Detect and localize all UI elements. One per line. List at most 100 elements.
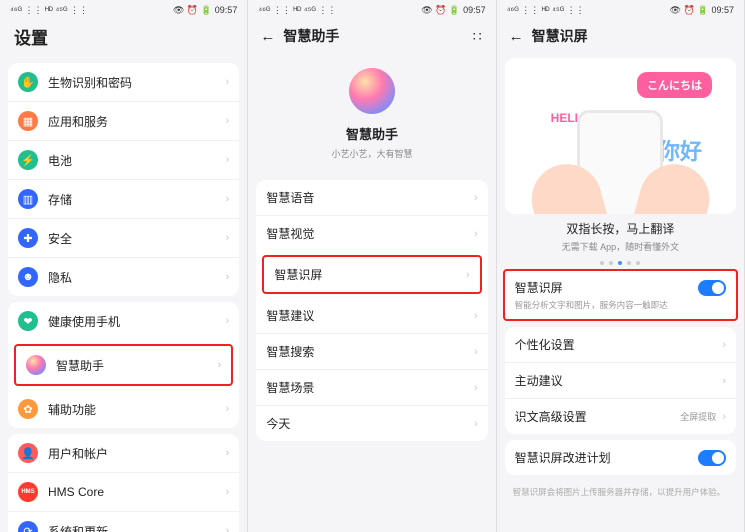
toggle-switch-on[interactable] (698, 450, 726, 466)
row-label: 应用和服务 (48, 113, 226, 130)
statusbar: ⁴⁶ᴳ ⋮⋮ ᴴᴰ ⁴⁵ᴳ ⋮⋮ 👁 ⏰ 🔋 09:57 (248, 0, 495, 18)
back-icon[interactable]: ← (509, 29, 524, 44)
assistant-menu: 智慧语音›智慧视觉›智慧识屏›智慧建议›智慧搜索›智慧场景›今天› (256, 180, 487, 441)
page-title: 智慧助手 (283, 26, 464, 46)
page-dots (497, 261, 744, 265)
row-scene[interactable]: 智慧场景› (256, 369, 487, 405)
dot[interactable] (600, 261, 604, 265)
row-label: 用户和帐户 (48, 445, 226, 462)
biometrics-icon: ✋ (18, 72, 38, 92)
row-search[interactable]: 智慧搜索› (256, 333, 487, 369)
row-hms[interactable]: HMS HMS Core› (8, 472, 239, 511)
status-time: 09:57 (711, 5, 734, 15)
row-advanced[interactable]: 识文高级设置全屏提取› (505, 398, 736, 434)
chevron-right-icon: › (226, 193, 230, 205)
row-security[interactable]: ✚安全› (8, 218, 239, 257)
bubble-chinese: 你好 (658, 134, 702, 166)
chevron-right-icon: › (226, 271, 230, 283)
row-label: HMS Core (48, 485, 226, 499)
row-apps[interactable]: ▦应用和服务› (8, 101, 239, 140)
row-assistant[interactable]: 智慧助手› (16, 346, 231, 384)
accessibility-icon: ✿ (18, 399, 38, 419)
row-label: 智慧场景 (266, 379, 474, 396)
row-label: 智慧语音 (266, 189, 474, 206)
assistant-orb-icon (26, 355, 46, 375)
dot[interactable] (627, 261, 631, 265)
row-label: 智慧识屏 (274, 266, 466, 283)
row-label: 生物识别和密码 (48, 74, 226, 91)
bubble-japanese: こんにちは (637, 72, 712, 98)
highlight-box: 智慧识屏› (262, 255, 481, 294)
row-personalize[interactable]: 个性化设置› (505, 327, 736, 362)
chevron-right-icon: › (226, 154, 230, 166)
row-screen[interactable]: 智慧识屏› (264, 257, 479, 292)
chevron-right-icon: › (226, 315, 230, 327)
row-update[interactable]: ⟳系统和更新› (8, 511, 239, 532)
chevron-right-icon: › (218, 359, 222, 371)
chevron-right-icon: › (474, 192, 478, 204)
row-label: 智慧视觉 (266, 225, 474, 242)
row-label: 智慧建议 (266, 307, 474, 324)
health-icon: ❤ (18, 311, 38, 331)
chevron-right-icon: › (226, 403, 230, 415)
status-icons: 👁 ⏰ 🔋 (173, 5, 212, 16)
row-accessibility[interactable]: ✿ 辅助功能› (8, 390, 239, 428)
back-icon[interactable]: ← (260, 29, 275, 44)
users-icon: 👤 (18, 443, 38, 463)
row-users[interactable]: 👤用户和帐户› (8, 434, 239, 472)
row-today[interactable]: 今天› (256, 405, 487, 441)
battery-icon: ⚡ (18, 150, 38, 170)
chevron-right-icon: › (474, 228, 478, 240)
caption-title: 双指长按，马上翻译 (497, 220, 744, 237)
more-icon[interactable]: ∷ (473, 28, 484, 45)
row-smartscreen-toggle[interactable]: 智慧识屏 智能分析文字和图片，服务内容一触即达 (505, 271, 736, 319)
row-proactive[interactable]: 主动建议› (505, 362, 736, 398)
row-label: 安全 (48, 230, 226, 247)
plan-label: 智慧识屏改进计划 (515, 449, 698, 466)
phone-smartscreen: ⁴⁶ᴳ ⋮⋮ ᴴᴰ ⁴⁵ᴳ ⋮⋮ 👁 ⏰ 🔋 09:57 ← 智慧识屏 こんにち… (497, 0, 745, 532)
row-voice[interactable]: 智慧语音› (256, 180, 487, 215)
status-right: 👁 ⏰ 🔋 09:57 (670, 5, 734, 16)
row-label: 智慧搜索 (266, 343, 474, 360)
hero-title: 智慧助手 (346, 124, 398, 143)
hero-subtitle: 小艺小艺，大有智慧 (331, 147, 412, 160)
status-icons: 👁 ⏰ 🔋 (670, 5, 709, 16)
highlight-box: 智慧识屏 智能分析文字和图片，服务内容一触即达 (503, 269, 738, 321)
illustration[interactable]: こんにちは HELLO 你好 (505, 58, 736, 214)
dot[interactable] (636, 261, 640, 265)
row-suggest[interactable]: 智慧建议› (256, 298, 487, 333)
row-label: 存储 (48, 191, 226, 208)
row-battery[interactable]: ⚡ 电池› (8, 140, 239, 179)
smartscreen-rows: 个性化设置›主动建议›识文高级设置全屏提取› (505, 327, 736, 434)
chevron-right-icon: › (722, 375, 726, 387)
row-label: 识文高级设置 (515, 408, 681, 425)
row-biometrics[interactable]: ✋生物识别和密码› (8, 63, 239, 101)
privacy-icon: ☻ (18, 267, 38, 287)
row-health[interactable]: ❤健康使用手机› (8, 302, 239, 340)
toggle-switch-on[interactable] (698, 280, 726, 296)
status-time: 09:57 (215, 5, 238, 15)
chevron-right-icon: › (722, 339, 726, 351)
page-title: 设置 (0, 18, 247, 57)
chevron-right-icon: › (474, 418, 478, 430)
row-privacy[interactable]: ☻隐私› (8, 257, 239, 296)
titlebar: ← 智慧助手 ∷ (248, 18, 495, 52)
toggle-desc: 智能分析文字和图片，服务内容一触即达 (515, 299, 726, 311)
toggle-label: 智慧识屏 (515, 279, 698, 296)
caption-subtitle: 无需下载 App，随时看懂外文 (497, 240, 744, 253)
dot[interactable] (609, 261, 613, 265)
row-value: 全屏提取 (680, 410, 716, 423)
chevron-right-icon: › (226, 486, 230, 498)
chevron-right-icon: › (226, 232, 230, 244)
row-storage[interactable]: ▥存储› (8, 179, 239, 218)
hero: 智慧助手 小艺小艺，大有智慧 (248, 52, 495, 174)
dot-active[interactable] (618, 261, 622, 265)
row-label: 辅助功能 (48, 401, 226, 418)
titlebar: ← 智慧识屏 (497, 18, 744, 52)
row-label: 电池 (48, 152, 226, 169)
row-vision[interactable]: 智慧视觉› (256, 215, 487, 251)
assistant-orb-icon (349, 68, 395, 114)
row-improvement-plan[interactable]: 智慧识屏改进计划 (505, 440, 736, 475)
hms-icon: HMS (18, 482, 38, 502)
status-right: 👁 ⏰ 🔋 09:57 (173, 5, 237, 16)
